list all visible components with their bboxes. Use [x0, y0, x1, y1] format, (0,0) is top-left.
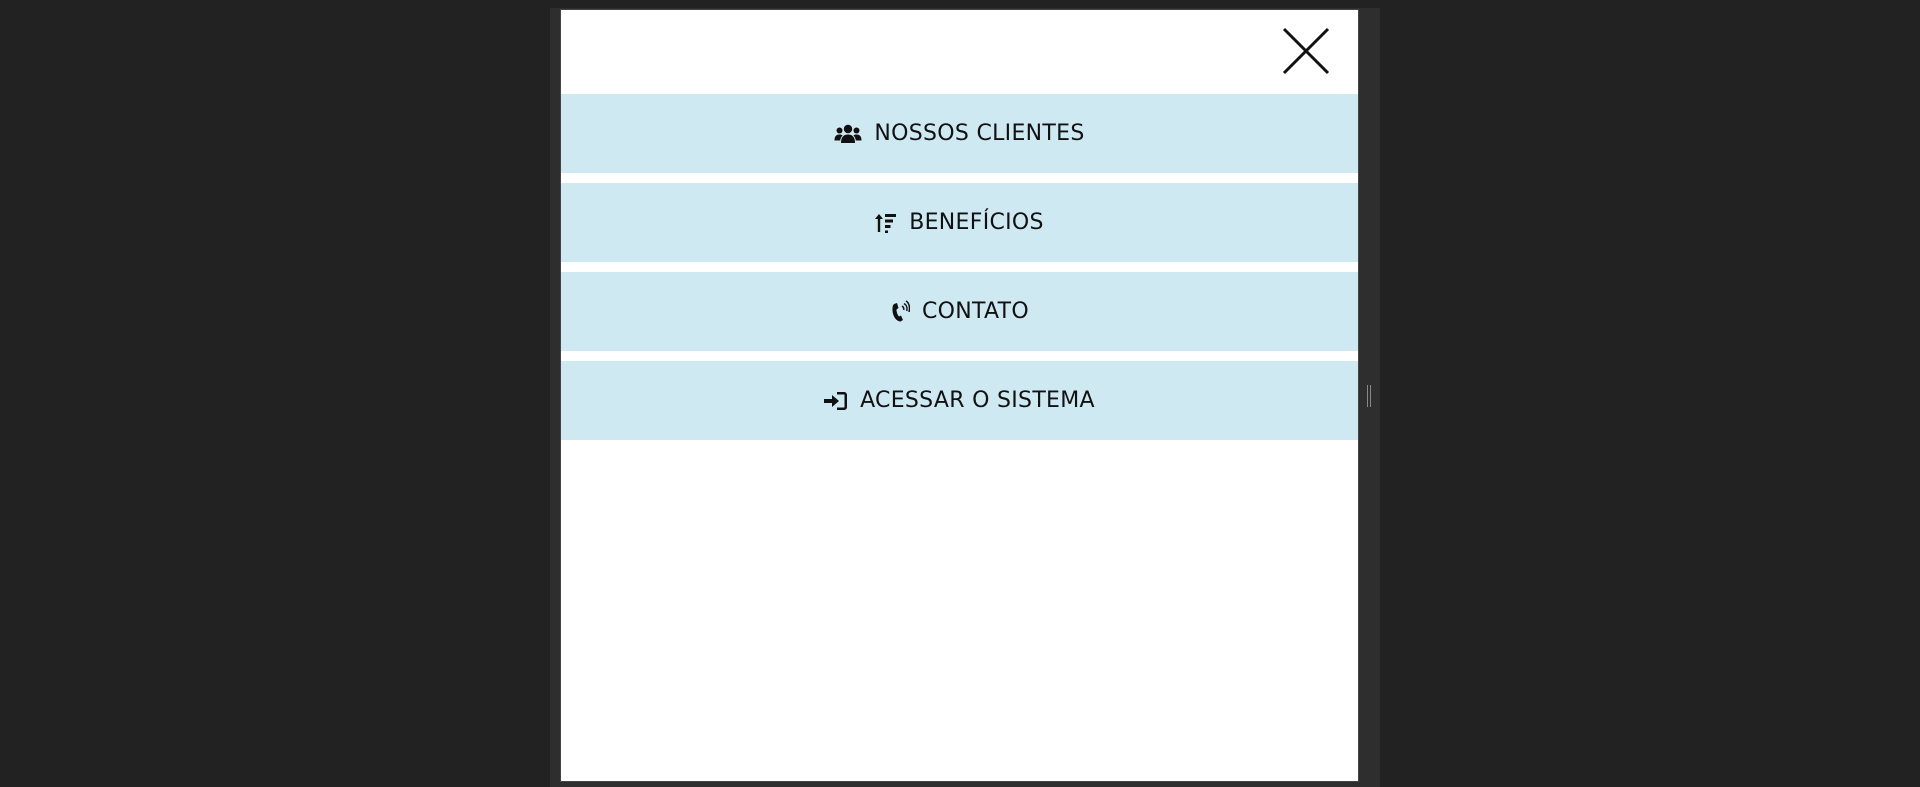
- sign-in-icon: [824, 391, 848, 411]
- menu-item-label: ACESSAR O SISTEMA: [860, 388, 1095, 413]
- close-button[interactable]: [1282, 27, 1330, 75]
- menu-item-contato[interactable]: CONTATO: [561, 272, 1358, 351]
- phone-volume-icon: [890, 299, 910, 324]
- menu-item-nossos-clientes[interactable]: NOSSOS CLIENTES: [561, 94, 1358, 173]
- close-icon: [1282, 27, 1330, 75]
- menu-item-label: BENEFÍCIOS: [909, 210, 1044, 235]
- menu-item-beneficios[interactable]: BENEFÍCIOS: [561, 183, 1358, 262]
- menu-item-acessar-o-sistema[interactable]: ACESSAR O SISTEMA: [561, 361, 1358, 440]
- users-icon: [834, 123, 862, 145]
- resize-handle[interactable]: [1367, 385, 1371, 407]
- sort-amount-up-icon: [875, 212, 897, 234]
- menu-item-label: CONTATO: [921, 299, 1030, 324]
- main-menu: NOSSOS CLIENTES BENEFÍCIOS CONTATO ACESS…: [561, 94, 1358, 450]
- mobile-menu-modal: NOSSOS CLIENTES BENEFÍCIOS CONTATO ACESS…: [560, 9, 1359, 782]
- menu-item-label: NOSSOS CLIENTES: [874, 121, 1085, 146]
